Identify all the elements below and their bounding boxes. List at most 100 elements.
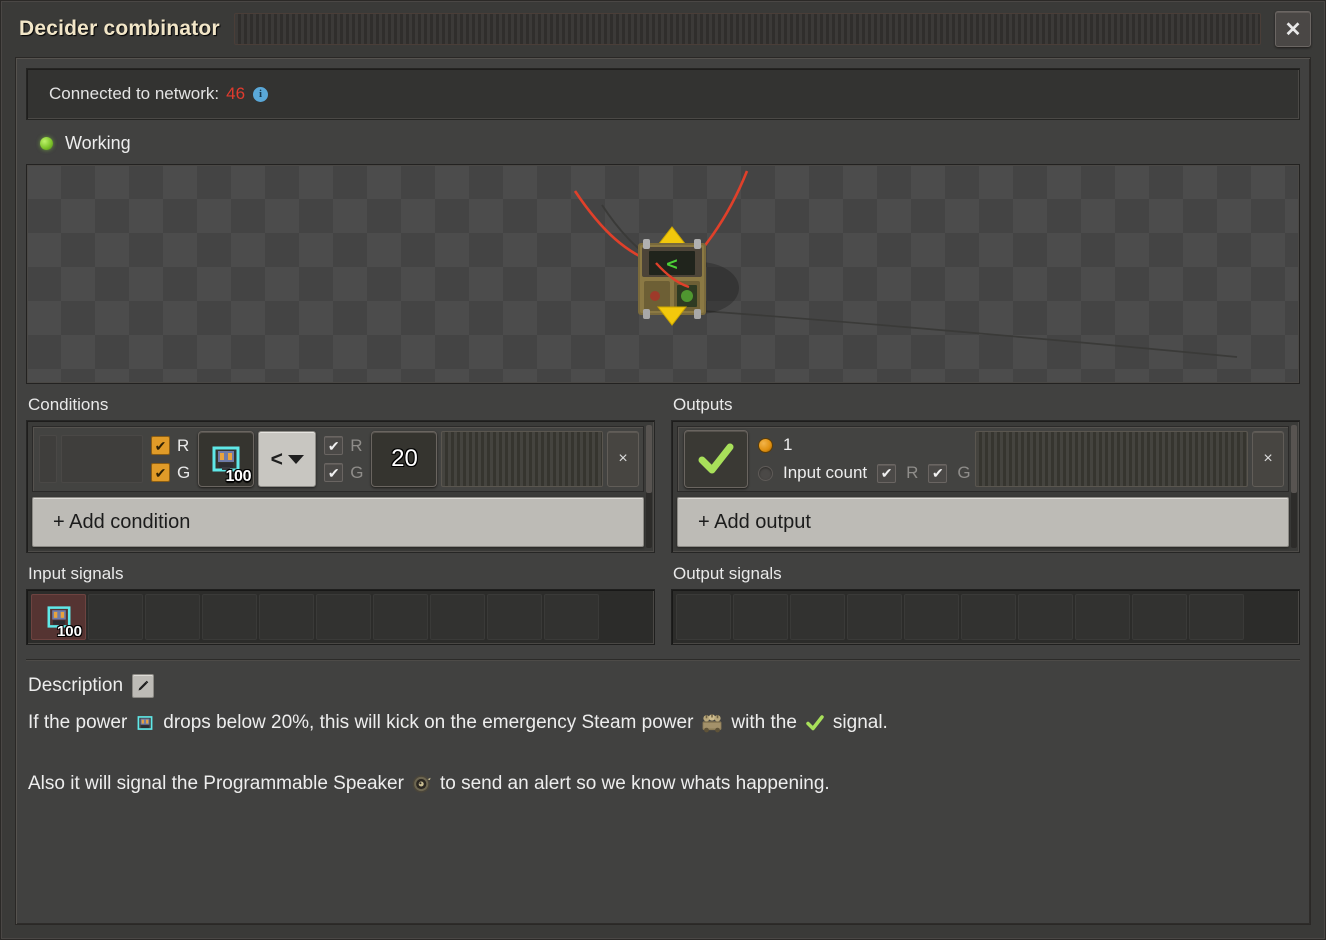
output-option-input-count[interactable]: Input count ✔ R ✔ G	[758, 463, 971, 483]
info-icon[interactable]: i	[253, 86, 269, 102]
condition-right-red-checkbox[interactable]: ✔	[324, 436, 344, 455]
input-signal-slot[interactable]	[88, 594, 143, 640]
window-body: Connected to network: 46 i Working < Con…	[15, 57, 1311, 925]
input-signal-slot[interactable]	[316, 594, 371, 640]
outputs-panel: 1 Input count ✔ R ✔ G × + Add output	[671, 420, 1300, 553]
signals-columns: Input signals 100 Output signals	[16, 553, 1310, 645]
comparator-dropdown[interactable]: <	[258, 431, 317, 487]
description-heading: Description	[28, 675, 124, 696]
status-label: Working	[65, 133, 131, 153]
condition-left-red-checkbox[interactable]: ✔	[151, 436, 170, 455]
output-option-one-radio[interactable]	[758, 437, 773, 453]
conditions-heading: Conditions	[28, 395, 109, 414]
condition-right-green-label: G	[350, 462, 364, 482]
description-line-2: Also it will signal the Programmable Spe…	[28, 771, 1298, 798]
input-signal-slot[interactable]	[487, 594, 542, 640]
checkmark-signal-icon	[804, 712, 826, 734]
condition-logic-slot[interactable]	[39, 435, 57, 483]
description-line1-part2: drops below 20%, this will kick on the e…	[163, 712, 694, 733]
condition-empty-slot[interactable]	[61, 435, 143, 483]
output-signals-strip	[671, 589, 1300, 645]
input-signals-strip: 100	[26, 589, 655, 645]
conditions-column: Conditions ✔ R ✔ G 100 < ✔ R ✔ G 20 × + …	[26, 386, 655, 553]
condition-left-green-line: ✔ G	[151, 463, 190, 483]
comparator-value: <	[270, 447, 283, 471]
decider-combinator-entity-icon: <	[573, 170, 1238, 358]
condition-delete-button[interactable]: ×	[607, 431, 639, 487]
condition-constant-value: 20	[391, 445, 418, 472]
output-row: 1 Input count ✔ R ✔ G ×	[677, 426, 1289, 492]
add-output-button[interactable]: + Add output	[677, 497, 1289, 547]
description-line2-part1: Also it will signal the Programmable Spe…	[28, 772, 404, 794]
output-green-checkbox[interactable]: ✔	[928, 463, 948, 483]
description-section: Description If the power drops below 20%…	[16, 660, 1310, 798]
input-signal-slot[interactable]: 100	[31, 594, 86, 640]
condition-constant-input[interactable]: 20	[371, 431, 438, 487]
add-output-label: + Add output	[698, 510, 811, 533]
condition-left-wire-checkboxes: ✔ R ✔ G	[147, 436, 194, 483]
output-signal-slot[interactable]	[1075, 594, 1130, 640]
edit-description-button[interactable]	[132, 674, 155, 698]
description-header: Description	[28, 674, 1298, 698]
entity-preview[interactable]: <	[26, 164, 1300, 384]
conditions-scrollbar[interactable]	[646, 425, 652, 548]
condition-right-red-line: ✔ R	[324, 436, 363, 456]
close-icon: ×	[618, 450, 628, 467]
close-icon: ×	[1263, 450, 1273, 467]
output-delete-button[interactable]: ×	[1252, 431, 1284, 487]
outputs-scrollbar[interactable]	[1291, 425, 1297, 548]
window-drag-handle[interactable]	[233, 13, 1261, 45]
output-option-input-count-radio[interactable]	[758, 465, 773, 481]
condition-right-green-line: ✔ G	[324, 463, 363, 483]
rules-columns: Conditions ✔ R ✔ G 100 < ✔ R ✔ G 20 × + …	[16, 384, 1310, 553]
output-signal-slot[interactable]	[961, 594, 1016, 640]
input-signal-slot[interactable]	[145, 594, 200, 640]
output-signal-slot[interactable]	[676, 594, 731, 640]
description-line1-part1: If the power	[28, 712, 128, 733]
programmable-speaker-icon	[411, 773, 433, 795]
output-option-one[interactable]: 1	[758, 435, 971, 455]
input-signal-slot[interactable]	[202, 594, 257, 640]
description-line1-part3: with the	[731, 712, 797, 733]
output-signal-button[interactable]	[684, 430, 748, 488]
condition-first-signal-button[interactable]: 100	[198, 431, 255, 487]
chevron-down-icon	[287, 454, 304, 464]
output-signal-slot[interactable]	[1018, 594, 1073, 640]
close-window-button[interactable]: ✕	[1275, 11, 1311, 47]
decider-combinator-window: Decider combinator ✕ Connected to networ…	[0, 0, 1326, 940]
output-option-input-count-label: Input count	[783, 463, 868, 482]
add-condition-label: + Add condition	[53, 510, 191, 533]
output-row-drag-handle[interactable]	[974, 431, 1248, 487]
output-signal-slot[interactable]	[1132, 594, 1187, 640]
outputs-heading: Outputs	[673, 395, 733, 414]
add-condition-button[interactable]: + Add condition	[32, 497, 644, 547]
outputs-column: Outputs 1 Input count ✔ R ✔ G × + Add ou…	[671, 386, 1300, 553]
output-option-one-label: 1	[783, 435, 793, 454]
input-signal-slot[interactable]	[430, 594, 485, 640]
condition-right-green-checkbox[interactable]: ✔	[324, 463, 344, 482]
output-signal-slot[interactable]	[847, 594, 902, 640]
output-red-label: R	[906, 463, 919, 482]
status-dot-green-icon	[40, 137, 53, 150]
description-line2-part2: to send an alert so we know whats happen…	[439, 772, 830, 794]
steam-engine-icon	[700, 712, 724, 734]
output-signal-slot[interactable]	[790, 594, 845, 640]
input-signals-heading: Input signals	[28, 564, 124, 583]
network-label: Connected to network:	[49, 84, 220, 103]
input-signal-slot[interactable]	[373, 594, 428, 640]
output-red-checkbox[interactable]: ✔	[877, 463, 897, 483]
condition-left-red-line: ✔ R	[151, 436, 190, 456]
output-signal-slot[interactable]	[733, 594, 788, 640]
output-signal-slot[interactable]	[1189, 594, 1244, 640]
output-signals-column: Output signals	[671, 555, 1300, 645]
output-signal-slot[interactable]	[904, 594, 959, 640]
condition-row-drag-handle[interactable]	[441, 431, 603, 487]
input-signal-slot[interactable]	[259, 594, 314, 640]
input-signal-slot[interactable]	[544, 594, 599, 640]
condition-right-wire-checkboxes: ✔ R ✔ G	[320, 436, 367, 483]
accumulator-icon	[134, 712, 156, 734]
entity-status-row: Working	[16, 120, 1310, 164]
checkmark-signal-icon	[698, 443, 734, 474]
condition-left-green-checkbox[interactable]: ✔	[151, 463, 170, 482]
output-green-label: G	[957, 463, 971, 482]
